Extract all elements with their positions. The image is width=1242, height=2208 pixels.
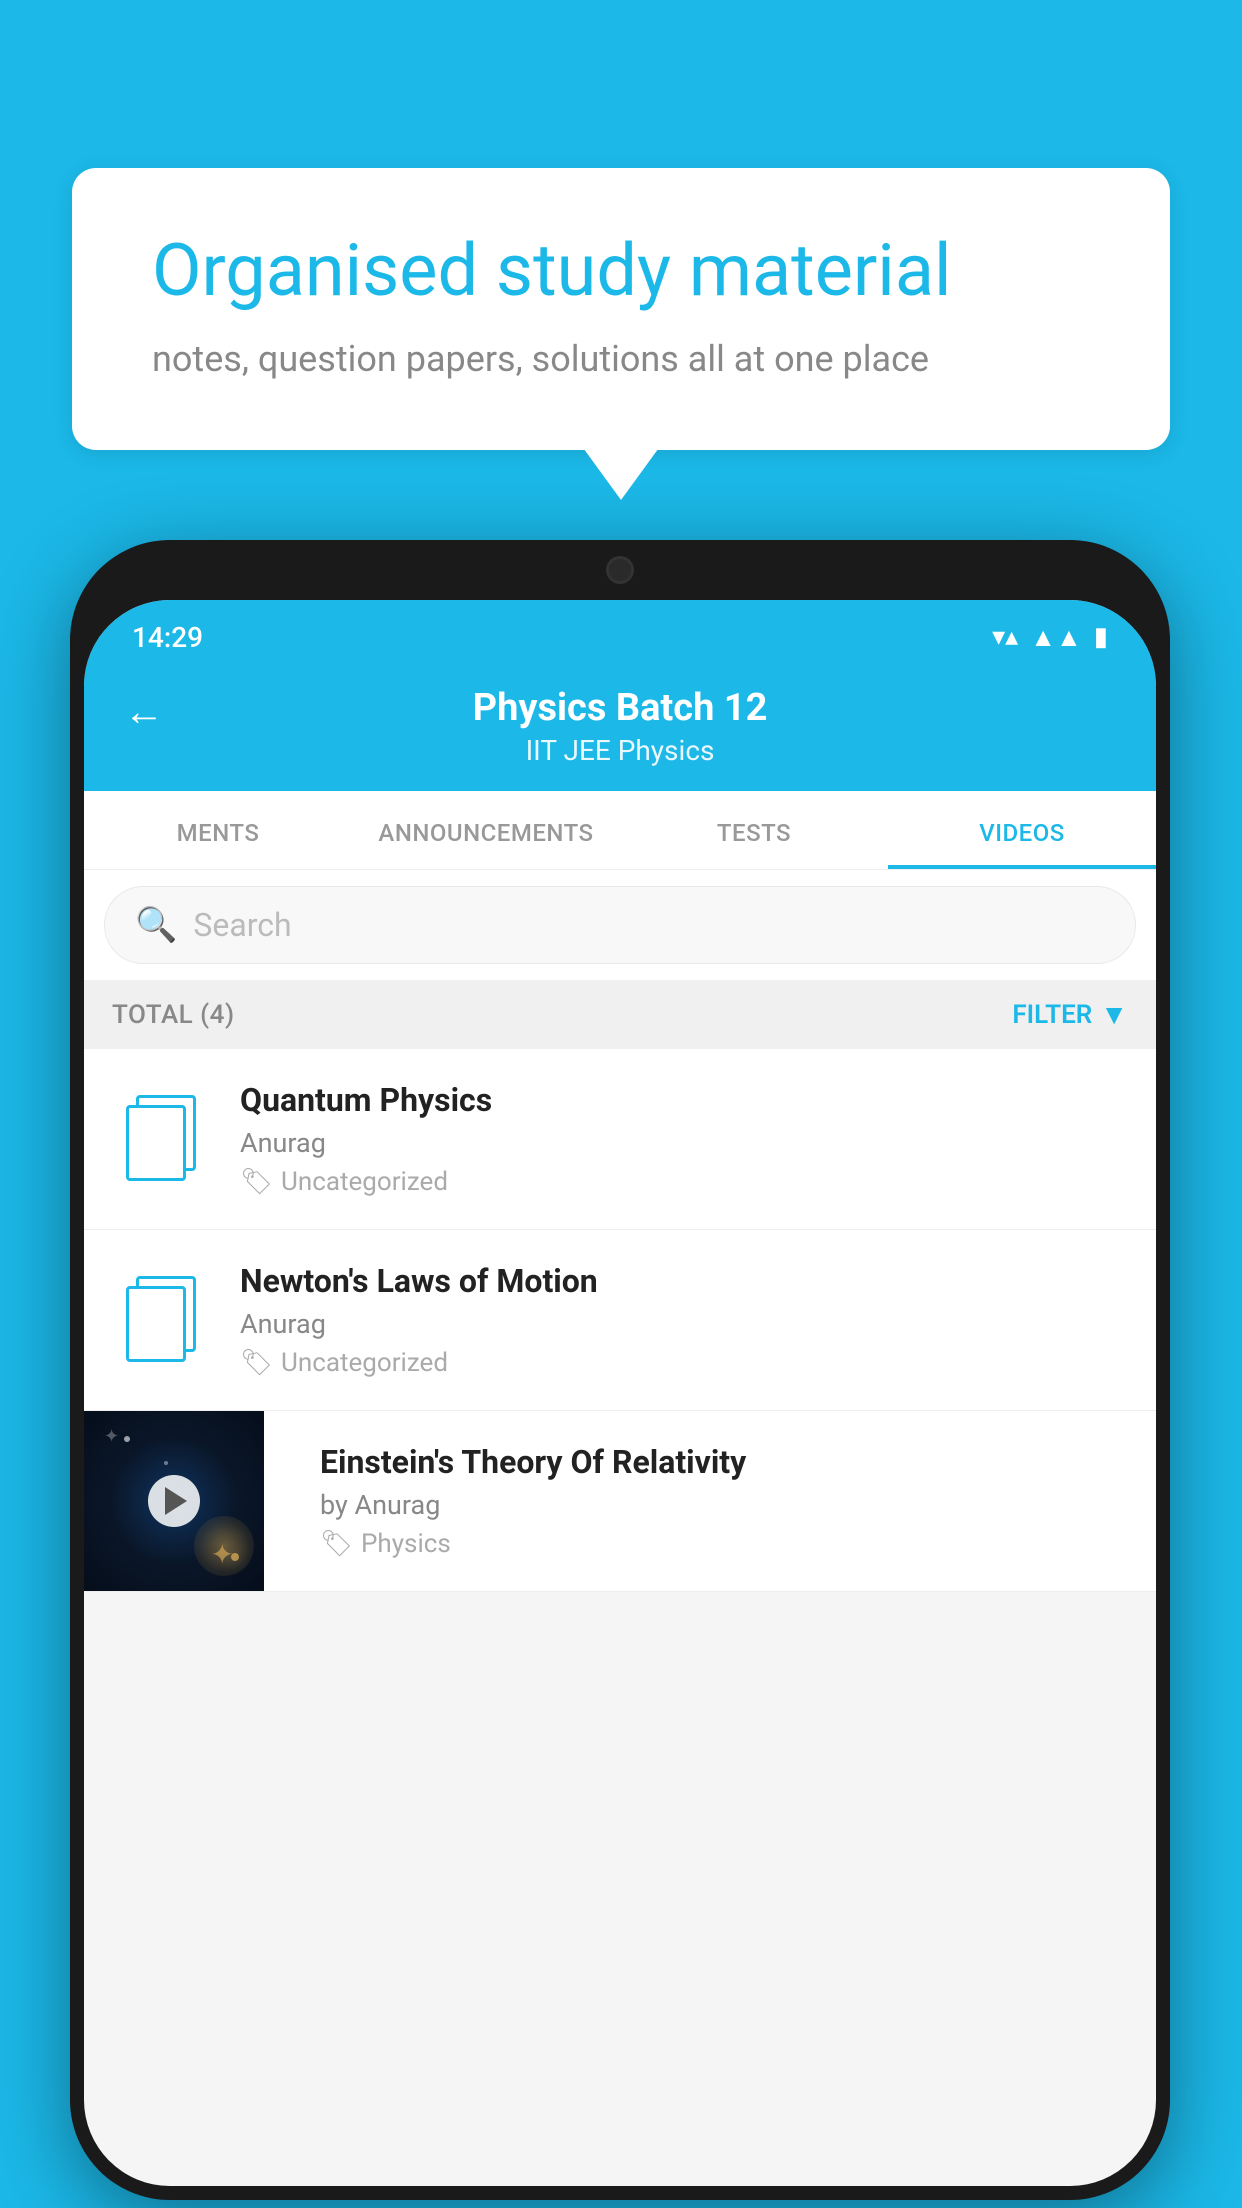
phone-frame: 14:29 ▾▴ ▲▲ ▮ ← Physics Batch 12 IIT JEE… <box>70 540 1170 2200</box>
signal-icon: ▲▲ <box>1030 622 1081 653</box>
video-title: Newton's Laws of Motion <box>240 1262 1128 1300</box>
search-placeholder: Search <box>193 906 291 944</box>
front-camera <box>606 556 634 584</box>
filter-bar: TOTAL (4) FILTER ▼ <box>84 980 1156 1049</box>
video-author: by Anurag <box>320 1489 1100 1521</box>
play-button[interactable] <box>148 1475 200 1527</box>
search-container: 🔍 Search <box>84 870 1156 980</box>
video-info: Newton's Laws of Motion Anurag 🏷 Uncateg… <box>240 1262 1128 1378</box>
video-tag: 🏷 Physics <box>320 1529 1100 1559</box>
tag-icon: 🏷 <box>320 1529 353 1559</box>
tab-ments[interactable]: MENTS <box>84 791 352 869</box>
wifi-icon: ▾▴ <box>992 622 1018 652</box>
list-item[interactable]: Newton's Laws of Motion Anurag 🏷 Uncateg… <box>84 1230 1156 1411</box>
video-info: Quantum Physics Anurag 🏷 Uncategorized <box>240 1081 1128 1197</box>
list-item[interactable]: Quantum Physics Anurag 🏷 Uncategorized <box>84 1049 1156 1230</box>
header-subtitle: IIT JEE Physics <box>124 734 1116 767</box>
video-title: Einstein's Theory Of Relativity <box>320 1443 1100 1481</box>
header-title: Physics Batch 12 <box>124 686 1116 730</box>
battery-icon: ▮ <box>1094 622 1108 652</box>
video-author: Anurag <box>240 1127 1128 1159</box>
tag-icon: 🏷 <box>240 1167 273 1197</box>
filter-icon: ▼ <box>1100 998 1128 1031</box>
bubble-title: Organised study material <box>152 228 1090 314</box>
tab-announcements[interactable]: ANNOUNCEMENTS <box>352 791 620 869</box>
list-item[interactable]: Einstein's Theory Of Relativity by Anura… <box>84 1411 1156 1592</box>
bubble-subtitle: notes, question papers, solutions all at… <box>152 338 1090 380</box>
back-button[interactable]: ← <box>124 688 164 735</box>
search-icon: 🔍 <box>135 905 177 945</box>
status-bar: 14:29 ▾▴ ▲▲ ▮ <box>84 600 1156 666</box>
app-header: ← Physics Batch 12 IIT JEE Physics <box>84 666 1156 791</box>
file-icon-wrap <box>112 1089 212 1189</box>
tag-icon: 🏷 <box>240 1348 273 1378</box>
video-tag: 🏷 Uncategorized <box>240 1348 1128 1378</box>
tab-bar: MENTS ANNOUNCEMENTS TESTS VIDEOS <box>84 791 1156 870</box>
video-thumbnail <box>84 1411 264 1591</box>
filter-button[interactable]: FILTER ▼ <box>1012 998 1128 1031</box>
speech-bubble: Organised study material notes, question… <box>72 168 1170 450</box>
video-title: Quantum Physics <box>240 1081 1128 1119</box>
video-list: Quantum Physics Anurag 🏷 Uncategorized <box>84 1049 1156 1592</box>
video-tag: 🏷 Uncategorized <box>240 1167 1128 1197</box>
file-page-front <box>126 1105 186 1181</box>
total-count: TOTAL (4) <box>112 1000 235 1030</box>
tab-videos[interactable]: VIDEOS <box>888 791 1156 869</box>
phone-notch <box>490 540 750 600</box>
file-icon <box>126 1095 198 1183</box>
tag-label: Uncategorized <box>281 1167 448 1197</box>
tag-label: Uncategorized <box>281 1348 448 1378</box>
status-icons: ▾▴ ▲▲ ▮ <box>992 622 1108 653</box>
status-time: 14:29 <box>132 621 203 654</box>
search-bar[interactable]: 🔍 Search <box>104 886 1136 964</box>
filter-label: FILTER <box>1012 1000 1092 1030</box>
phone-screen: 14:29 ▾▴ ▲▲ ▮ ← Physics Batch 12 IIT JEE… <box>84 600 1156 2186</box>
tab-tests[interactable]: TESTS <box>620 791 888 869</box>
play-icon <box>165 1487 187 1515</box>
file-icon <box>126 1276 198 1364</box>
file-page-front <box>126 1286 186 1362</box>
tag-label: Physics <box>361 1529 451 1559</box>
file-icon-wrap <box>112 1270 212 1370</box>
video-author: Anurag <box>240 1308 1128 1340</box>
video-info: Einstein's Theory Of Relativity by Anura… <box>292 1411 1128 1591</box>
